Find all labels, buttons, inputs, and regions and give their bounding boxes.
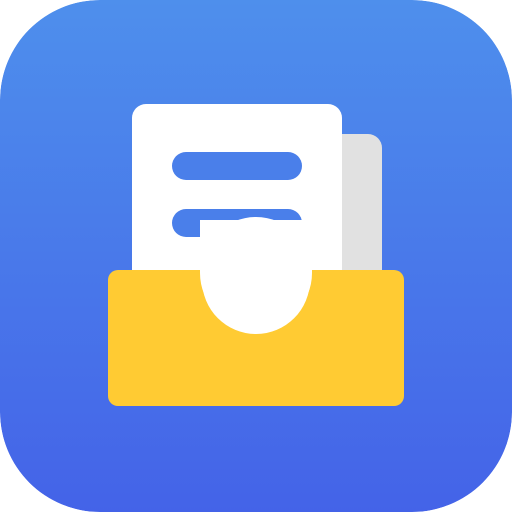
app-icon-graphic — [0, 0, 512, 512]
document-line-1 — [172, 152, 302, 180]
document-bulge-top — [200, 220, 312, 273]
app-icon[interactable] — [0, 0, 512, 512]
canvas — [0, 0, 512, 512]
